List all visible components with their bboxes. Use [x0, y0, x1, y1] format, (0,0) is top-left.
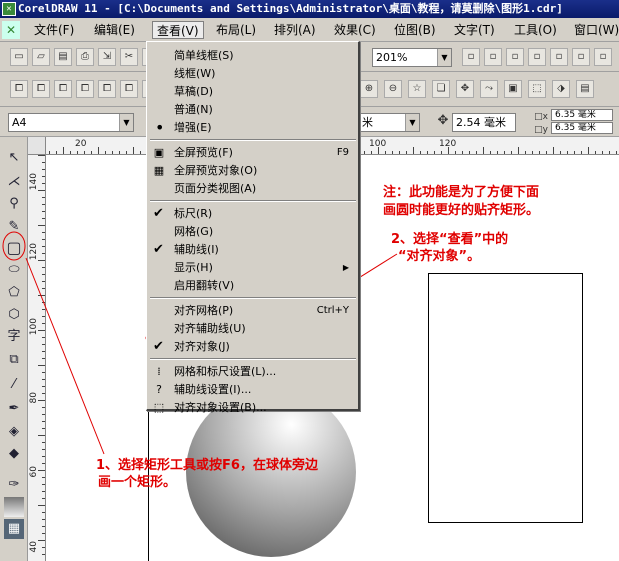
view-menu-item-label: 全屏预览对象(O): [174, 164, 258, 177]
view-menu-item[interactable]: 线框(W): [147, 65, 359, 83]
view-menu-item-label: 显示(H): [174, 261, 213, 274]
view-menu-item-label: 网格和标尺设置(L)...: [174, 365, 277, 378]
menu-shortcut: Ctrl+Y: [316, 305, 349, 316]
view-menu-item-label: 辅助线(I): [174, 243, 219, 256]
step1-line-2: 画一个矩形。: [98, 475, 177, 490]
view-menu-item[interactable]: 增强(E) •: [147, 119, 359, 137]
view-menu-item[interactable]: 普通(N): [147, 101, 359, 119]
note-line-2: 画圆时能更好的贴齐矩形。: [383, 203, 540, 218]
preview-objects-icon: ▦: [153, 164, 165, 177]
view-menu-item[interactable]: 草稿(D): [147, 83, 359, 101]
view-menu-item[interactable]: 全屏预览(F) F9 ▣: [147, 144, 359, 162]
rectangle-tool-highlight: [2, 231, 26, 261]
view-menu-item[interactable]: 对齐网格(P) Ctrl+Y: [147, 302, 359, 320]
view-menu-item[interactable]: 简单线框(S): [147, 47, 359, 65]
view-menu-item-label: 辅助线设置(I)...: [174, 383, 252, 396]
view-menu-item[interactable]: 页面分类视图(A): [147, 180, 359, 198]
guideline-settings-icon: ?: [156, 383, 162, 396]
step2-line-2: “对齐对象”。: [398, 249, 481, 264]
view-menu-item[interactable]: 对齐对象(J) ✔: [147, 338, 359, 356]
view-menu-item-label: 页面分类视图(A): [174, 182, 257, 195]
view-menu-item[interactable]: 辅助线(I) ✔: [147, 241, 359, 259]
menu-separator: [150, 358, 356, 360]
menu-shortcut: F9: [336, 147, 349, 158]
view-menu-item[interactable]: 显示(H) ▶: [147, 259, 359, 277]
view-menu-item-label: 启用翻转(V): [174, 279, 235, 292]
view-menu-dropdown: 简单线框(S) 线框(W) 草稿(D) 普通(N) 增强(E) • 全屏预览(F) F9 ▣ 全屏…: [146, 41, 360, 414]
view-menu-item-label: 全屏预览(F): [174, 146, 233, 159]
snap-settings-icon: ⬚: [153, 401, 165, 414]
view-menu-item[interactable]: 对齐辅助线(U): [147, 320, 359, 338]
view-menu-item-label: 对齐辅助线(U): [174, 322, 246, 335]
view-menu-item-label: 标尺(R): [174, 207, 213, 220]
view-menu-item[interactable]: 全屏预览对象(O) ▦: [147, 162, 359, 180]
step1-pointer: [25, 257, 105, 455]
view-menu-item[interactable]: 启用翻转(V): [147, 277, 359, 295]
view-menu-item-label: 增强(E): [174, 121, 212, 134]
view-menu-item-label: 对齐对象(J): [174, 340, 230, 353]
note-line-1: 注：此功能是为了方便下面: [383, 185, 540, 200]
menu-separator: [150, 297, 356, 299]
view-menu-item-label: 简单线框(S): [174, 49, 234, 62]
view-menu-item-label: 对齐对象设置(B)...: [174, 401, 267, 414]
view-menu-item-label: 线框(W): [174, 67, 216, 80]
radio-dot-icon: •: [155, 118, 165, 137]
view-menu-item-label: 普通(N): [174, 103, 213, 116]
checkmark-icon: ✔: [153, 339, 164, 354]
grid-ruler-settings-icon: ⁞: [157, 365, 161, 378]
checkmark-icon: ✔: [153, 206, 164, 221]
view-menu-item[interactable]: 辅助线设置(I)...?: [147, 381, 359, 399]
view-menu-item-label: 网格(G): [174, 225, 214, 238]
checkmark-icon: ✔: [153, 242, 164, 257]
view-menu-item[interactable]: 对齐对象设置(B)... ⬚: [147, 399, 359, 417]
view-menu-item[interactable]: 网格和标尺设置(L)... ⁞: [147, 363, 359, 381]
submenu-arrow-icon: ▶: [342, 263, 349, 272]
fullscreen-preview-icon: ▣: [153, 146, 165, 159]
view-menu-item-label: 草稿(D): [174, 85, 214, 98]
view-menu-item-label: 对齐网格(P): [174, 304, 234, 317]
view-menu-item[interactable]: 网格(G): [147, 223, 359, 241]
menu-separator: [150, 200, 356, 202]
menu-separator: [150, 139, 356, 141]
view-menu-item[interactable]: 标尺(R) ✔: [147, 205, 359, 223]
